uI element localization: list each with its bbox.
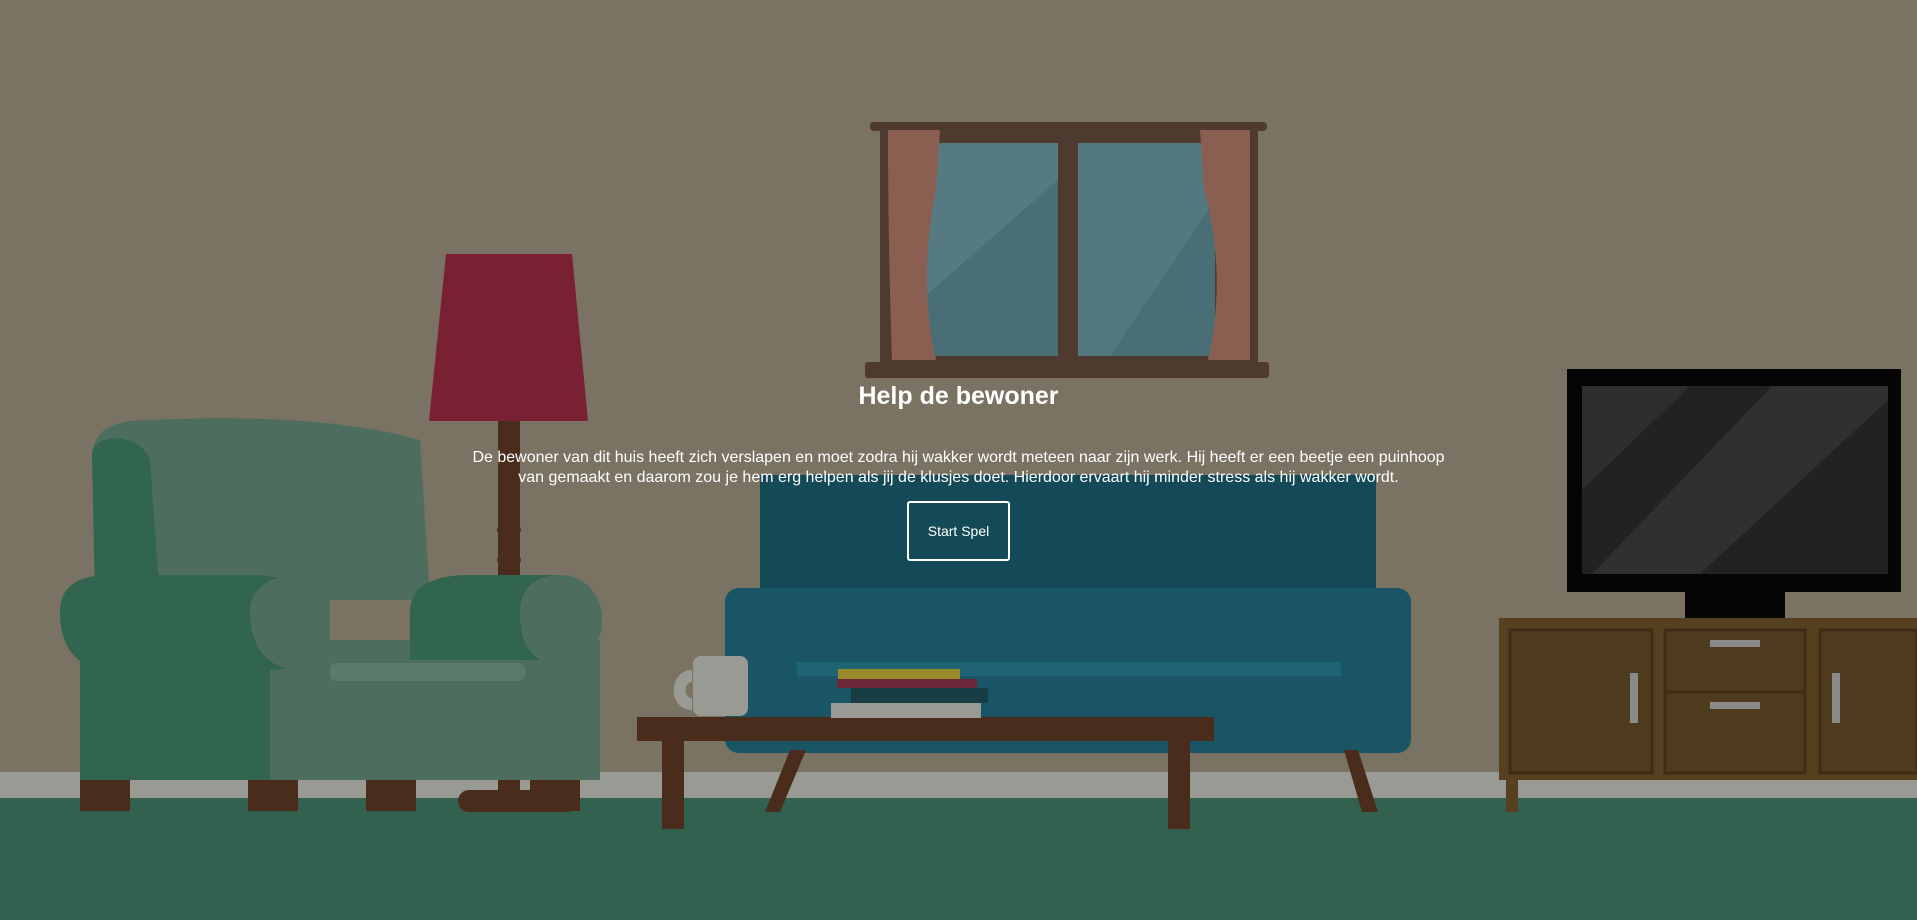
start-game-button[interactable]: Start Spel [907,501,1010,561]
intro-overlay: Help de bewoner De bewoner van dit huis … [0,0,1917,920]
intro-description: De bewoner van dit huis heeft zich versl… [472,449,1445,486]
intro-title: Help de bewoner [858,382,1059,410]
